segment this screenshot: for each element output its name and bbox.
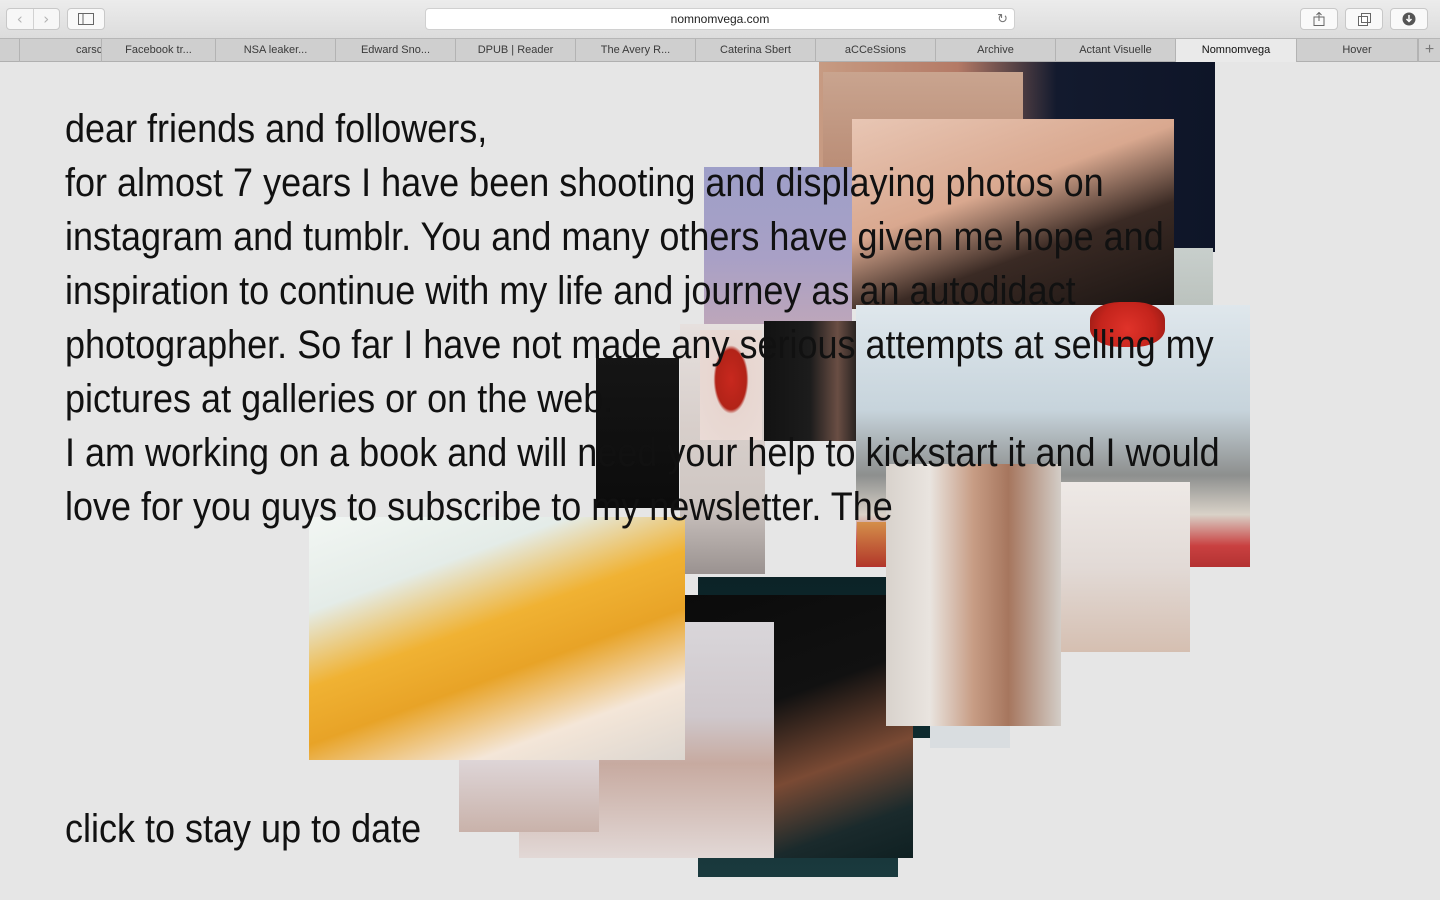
chevron-left-icon[interactable]: ‹: [7, 9, 33, 29]
message-line: I am working on a book and will need you…: [65, 431, 1220, 475]
url-text: nomnomvega.com: [670, 12, 770, 26]
plus-icon[interactable]: +: [1418, 39, 1440, 62]
tab-hover[interactable]: Hover: [1297, 39, 1418, 62]
message-line: love for you guys to subscribe to my new…: [65, 485, 893, 529]
reload-icon[interactable]: ↻: [997, 10, 1008, 30]
navigation-buttons: ‹ ›: [6, 8, 60, 30]
tab-pinned[interactable]: [0, 39, 20, 62]
tab-facebook[interactable]: Facebook tr...: [102, 39, 216, 62]
message-line: instagram and tumblr. You and many other…: [65, 215, 1164, 259]
message-line: dear friends and followers,: [65, 107, 488, 151]
tab-accessions[interactable]: aCCeSsions: [816, 39, 936, 62]
intro-message: dear friends and followers, for almost 7…: [65, 102, 1220, 534]
collage-photo-19[interactable]: [309, 517, 685, 760]
tab-carsc[interactable]: carsc: [20, 39, 102, 62]
message-line: photographer. So far I have not made any…: [65, 323, 1214, 367]
download-icon[interactable]: [1390, 8, 1428, 30]
message-line: inspiration to continue with my life and…: [65, 269, 1076, 313]
browser-toolbar: ‹ › nomnomvega.com ↻: [0, 0, 1440, 38]
tab-nsa-leaker[interactable]: NSA leaker...: [216, 39, 336, 62]
share-icon[interactable]: [1300, 8, 1338, 30]
chevron-right-icon[interactable]: ›: [32, 9, 60, 29]
tab-dpub-reader[interactable]: DPUB | Reader: [456, 39, 576, 62]
tab-bar: carsc Facebook tr... NSA leaker... Edwar…: [0, 38, 1440, 62]
page-content: dear friends and followers, for almost 7…: [0, 62, 1440, 900]
tab-overview-icon[interactable]: [1345, 8, 1383, 30]
tab-archive[interactable]: Archive: [936, 39, 1056, 62]
tab-avery-review[interactable]: The Avery R...: [576, 39, 696, 62]
address-bar[interactable]: nomnomvega.com ↻: [425, 8, 1015, 30]
sidebar-icon[interactable]: [67, 8, 105, 30]
message-line: pictures at galleries or on the web.: [65, 377, 614, 421]
tab-caterina-sbert[interactable]: Caterina Sbert: [696, 39, 816, 62]
message-line: for almost 7 years I have been shooting …: [65, 161, 1104, 205]
tab-actant-visuelle[interactable]: Actant Visuelle: [1056, 39, 1176, 62]
collage-photo-18[interactable]: [459, 752, 599, 832]
tab-nomnomvega[interactable]: Nomnomvega: [1176, 39, 1297, 62]
tab-edward-snowden[interactable]: Edward Sno...: [336, 39, 456, 62]
subscribe-link[interactable]: click to stay up to date: [65, 802, 421, 856]
